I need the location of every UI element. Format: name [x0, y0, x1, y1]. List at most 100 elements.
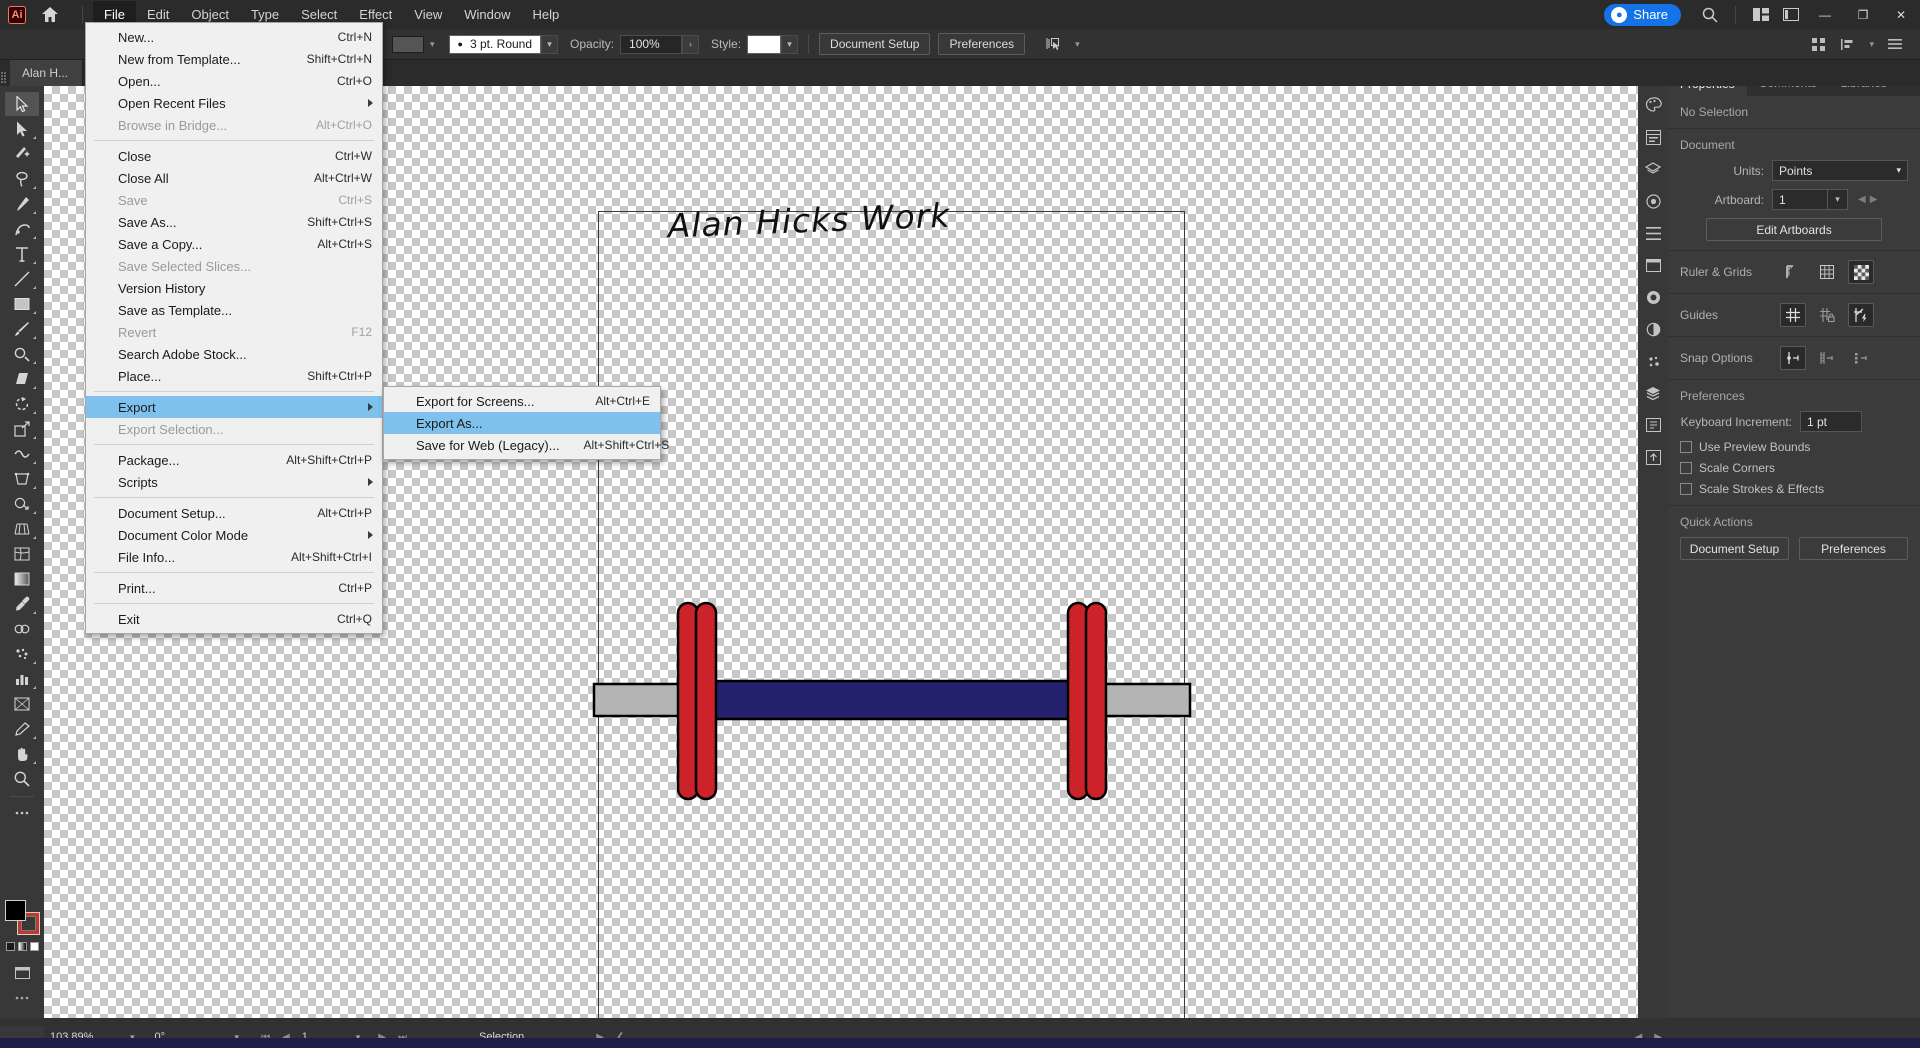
brushes-panel-icon[interactable]: [1640, 348, 1666, 374]
lasso-tool[interactable]: [5, 167, 39, 191]
align-panel-icon[interactable]: [1833, 30, 1863, 59]
edit-artboards-button[interactable]: Edit Artboards: [1706, 218, 1882, 241]
menu-item-scripts[interactable]: Scripts: [86, 471, 382, 493]
hand-tool[interactable]: [5, 742, 39, 766]
eraser-tool[interactable]: [5, 367, 39, 391]
symbol-sprayer-tool[interactable]: [5, 642, 39, 666]
menu-item-save-as[interactable]: Save As... Shift+Ctrl+S: [86, 211, 382, 233]
menu-item-close-all[interactable]: Close All Alt+Ctrl+W: [86, 167, 382, 189]
arrange-grid-icon[interactable]: [1803, 30, 1833, 59]
swatches-panel-icon[interactable]: [1640, 316, 1666, 342]
snap-to-point-icon[interactable]: [1780, 346, 1806, 370]
asset-export-panel-icon[interactable]: [1640, 444, 1666, 470]
file-menu-dropdown[interactable]: New... Ctrl+N New from Template... Shift…: [85, 22, 383, 634]
free-transform-tool[interactable]: [5, 467, 39, 491]
menu-item-version-history[interactable]: Version History: [86, 277, 382, 299]
menu-item-new[interactable]: New... Ctrl+N: [86, 26, 382, 48]
show-transparency-grid-icon[interactable]: [1848, 260, 1874, 284]
menu-item-export[interactable]: Export: [86, 396, 382, 418]
fill-stroke-control[interactable]: [5, 900, 40, 935]
units-select[interactable]: Points ▾: [1772, 160, 1908, 181]
menu-item-save-as-template[interactable]: Save as Template...: [86, 299, 382, 321]
minimize-button[interactable]: —: [1806, 0, 1844, 29]
show-guides-icon[interactable]: [1780, 303, 1806, 327]
menu-item-file-info[interactable]: File Info... Alt+Shift+Ctrl+I: [86, 546, 382, 568]
artboard-input[interactable]: 1: [1772, 189, 1828, 210]
slice-tool[interactable]: [5, 717, 39, 741]
fill-swatch[interactable]: [5, 900, 26, 921]
gradient-tool[interactable]: [5, 567, 39, 591]
menu-view[interactable]: View: [403, 1, 453, 28]
lock-guides-icon[interactable]: [1814, 303, 1840, 327]
zoom-tool[interactable]: [5, 767, 39, 791]
menu-item-package[interactable]: Package... Alt+Shift+Ctrl+P: [86, 449, 382, 471]
mesh-tool[interactable]: [5, 542, 39, 566]
show-rulers-icon[interactable]: [1780, 260, 1806, 284]
snap-to-grid-icon[interactable]: [1814, 346, 1840, 370]
appearance-panel-icon[interactable]: [1640, 284, 1666, 310]
menu-item-close[interactable]: Close Ctrl+W: [86, 145, 382, 167]
close-window-button[interactable]: ✕: [1882, 0, 1920, 29]
color-guide-icon[interactable]: [1640, 188, 1666, 214]
menu-item-print[interactable]: Print... Ctrl+P: [86, 577, 382, 599]
magic-wand-tool[interactable]: [5, 142, 39, 166]
home-icon[interactable]: [38, 0, 62, 29]
width-tool[interactable]: [5, 442, 39, 466]
type-tool[interactable]: [5, 242, 39, 266]
opacity-options-icon[interactable]: ›: [682, 34, 700, 54]
stroke-color-swatch[interactable]: [392, 35, 424, 53]
properties-panel-icon[interactable]: [1640, 124, 1666, 150]
show-grid-icon[interactable]: [1814, 260, 1840, 284]
use-preview-bounds-checkbox[interactable]: Use Preview Bounds: [1680, 440, 1908, 454]
none-swatch-button[interactable]: [29, 942, 39, 951]
paintbrush-tool[interactable]: [5, 317, 39, 341]
rotate-tool[interactable]: [5, 392, 39, 416]
gradient-swatch-button[interactable]: [17, 942, 27, 951]
line-segment-tool[interactable]: [5, 267, 39, 291]
workspace-switcher-icon[interactable]: [1776, 0, 1806, 29]
menu-item-save-a-copy[interactable]: Save a Copy... Alt+Ctrl+S: [86, 233, 382, 255]
rectangle-tool[interactable]: [5, 292, 39, 316]
layers-thumb-icon[interactable]: [1640, 156, 1666, 182]
menu-window[interactable]: Window: [453, 1, 521, 28]
menu-item-document-setup[interactable]: Document Setup... Alt+Ctrl+P: [86, 502, 382, 524]
selection-tool[interactable]: [5, 92, 39, 116]
artboard-chevron-down-icon[interactable]: ▾: [1828, 189, 1848, 210]
snap-to-pixel-icon[interactable]: [1848, 346, 1874, 370]
scale-corners-checkbox[interactable]: Scale Corners: [1680, 461, 1908, 475]
preferences-button[interactable]: Preferences: [938, 33, 1026, 55]
direct-selection-tool[interactable]: [5, 117, 39, 141]
menu-item-open-recent-files[interactable]: Open Recent Files: [86, 92, 382, 114]
smart-guides-icon[interactable]: [1848, 303, 1874, 327]
opacity-input[interactable]: 100%: [620, 34, 683, 54]
shape-builder-tool[interactable]: [5, 492, 39, 516]
menu-item-document-color-mode[interactable]: Document Color Mode: [86, 524, 382, 546]
graphic-style-chevron-down-icon[interactable]: ▾: [781, 34, 799, 54]
more-tools-icon[interactable]: [5, 801, 39, 825]
stroke-profile-field[interactable]: ● 3 pt. Round: [448, 34, 542, 54]
scale-strokes-effects-checkbox[interactable]: Scale Strokes & Effects: [1680, 482, 1908, 496]
panel-menu-icon[interactable]: [1880, 30, 1910, 59]
search-icon[interactable]: [1695, 0, 1725, 29]
artboards-panel-icon[interactable]: [1640, 412, 1666, 438]
menu-item-exit[interactable]: Exit Ctrl+Q: [86, 608, 382, 630]
menu-item-new-from-template[interactable]: New from Template... Shift+Ctrl+N: [86, 48, 382, 70]
pen-tool[interactable]: [5, 192, 39, 216]
align-chevron-down-icon[interactable]: ▾: [1863, 39, 1880, 50]
share-button[interactable]: ● Share: [1604, 3, 1681, 26]
quick-action-preferences[interactable]: Preferences: [1799, 537, 1908, 560]
document-tab[interactable]: Alan H...: [10, 60, 84, 86]
menu-item-open[interactable]: Open... Ctrl+O: [86, 70, 382, 92]
document-setup-button[interactable]: Document Setup: [819, 33, 931, 55]
submenu-item-export-as[interactable]: Export As...: [384, 412, 660, 434]
layers-panel-icon[interactable]: [1640, 380, 1666, 406]
stroke-color-chevron-down-icon[interactable]: ▾: [424, 39, 441, 50]
arrange-documents-icon[interactable]: [1746, 0, 1776, 29]
menu-item-search-adobe-stock[interactable]: Search Adobe Stock...: [86, 343, 382, 365]
menu-item-place[interactable]: Place... Shift+Ctrl+P: [86, 365, 382, 387]
color-swatch-button[interactable]: [5, 942, 15, 951]
tabbar-grip[interactable]: [0, 68, 6, 86]
eyedropper-tool[interactable]: [5, 592, 39, 616]
toolbar-more-options-icon[interactable]: [5, 986, 39, 1010]
submenu-item-export-for-screens[interactable]: Export for Screens... Alt+Ctrl+E: [384, 390, 660, 412]
